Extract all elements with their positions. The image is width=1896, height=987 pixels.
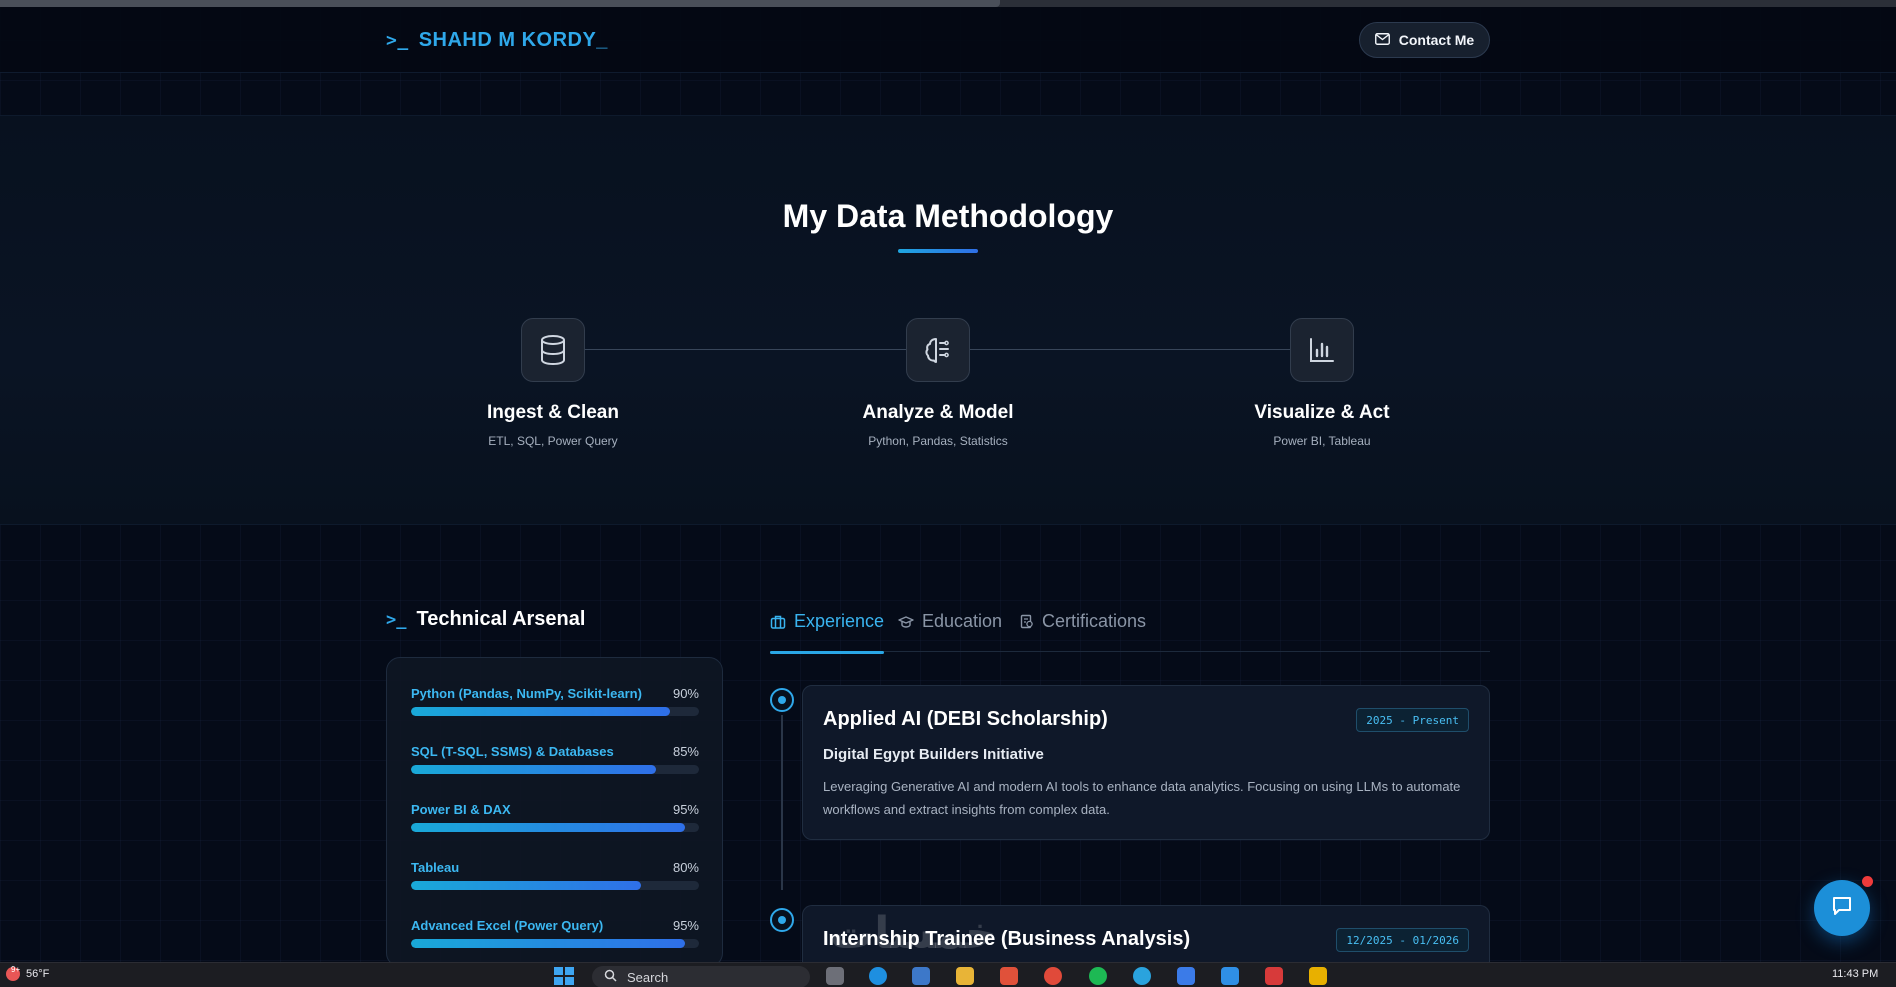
taskbar-clock: 11:43 PM bbox=[1832, 968, 1879, 980]
windows-taskbar: 56°F Search 11:43 PM bbox=[0, 962, 1896, 987]
experience-organization: Digital Egypt Builders Initiative bbox=[823, 746, 1044, 763]
chrome-icon[interactable] bbox=[1044, 967, 1062, 985]
step-subtitle: Power BI, Tableau bbox=[1273, 434, 1371, 448]
step-subtitle: Python, Pandas, Statistics bbox=[868, 434, 1008, 448]
app-icon[interactable] bbox=[1309, 967, 1327, 985]
contact-me-label: Contact Me bbox=[1398, 32, 1475, 48]
file-explorer-icon[interactable] bbox=[826, 967, 844, 985]
skill-bar-track bbox=[411, 707, 699, 716]
experience-description: Leveraging Generative AI and modern AI t… bbox=[823, 779, 1461, 817]
step-title: Analyze & Model bbox=[862, 402, 1014, 423]
chat-button[interactable] bbox=[1814, 880, 1870, 936]
step-ingest-clean: Ingest & Clean ETL, SQL, Power Query bbox=[423, 318, 683, 448]
weather-icon bbox=[6, 965, 20, 981]
tab-experience[interactable]: Experience bbox=[770, 609, 885, 654]
mail-icon bbox=[1374, 32, 1390, 48]
skill-bar-fill bbox=[411, 823, 685, 832]
timeline-dot bbox=[770, 688, 794, 712]
gemini-icon[interactable] bbox=[1177, 967, 1195, 985]
tab-label: Experience bbox=[794, 611, 885, 631]
brave-browser-icon[interactable] bbox=[1000, 967, 1018, 985]
skill-name: Power BI & DAX bbox=[411, 802, 511, 817]
technical-arsenal-title: Technical Arsenal bbox=[416, 608, 586, 630]
experience-card: Applied AI (DEBI Scholarship) 2025 - Pre… bbox=[802, 685, 1490, 840]
skill-item: Tableau 80% bbox=[411, 860, 699, 890]
skill-bar-track bbox=[411, 939, 699, 948]
search-label: Search bbox=[627, 969, 669, 985]
skill-percent: 95% bbox=[672, 802, 699, 817]
skill-bar-track bbox=[411, 765, 699, 774]
folder-icon[interactable] bbox=[956, 967, 974, 985]
skill-name: Advanced Excel (Power Query) bbox=[411, 918, 604, 933]
windows-start-icon[interactable] bbox=[554, 967, 574, 985]
resume-tabs: Experience Education Certifications bbox=[770, 609, 1490, 654]
skill-bar-fill bbox=[411, 881, 642, 890]
skill-item: SQL (T-SQL, SSMS) & Databases 85% bbox=[411, 744, 699, 774]
store-icon[interactable] bbox=[912, 967, 930, 985]
step-subtitle: ETL, SQL, Power Query bbox=[488, 434, 618, 448]
technical-arsenal-heading: >_ Technical Arsenal bbox=[386, 608, 585, 631]
experience-date-badge: 12/2025 - 01/2026 bbox=[1336, 928, 1469, 952]
tab-certifications[interactable]: Certifications bbox=[1020, 609, 1146, 652]
brain-icon bbox=[906, 318, 970, 382]
skill-item: Python (Pandas, NumPy, Scikit-learn) 90% bbox=[411, 686, 699, 716]
title-underline bbox=[898, 249, 978, 253]
taskbar-search[interactable]: Search bbox=[592, 966, 810, 987]
spotify-icon[interactable] bbox=[1089, 967, 1107, 985]
step-title: Visualize & Act bbox=[1254, 402, 1390, 423]
step-title: Ingest & Clean bbox=[487, 402, 619, 423]
skill-bar-fill bbox=[411, 707, 671, 716]
chat-bubble-icon bbox=[1830, 894, 1854, 923]
database-icon bbox=[521, 318, 585, 382]
skill-name: Tableau bbox=[411, 860, 460, 875]
skill-bar-track bbox=[411, 823, 699, 832]
methodology-section: My Data Methodology Ingest & Clean ETL, … bbox=[0, 115, 1896, 525]
timeline-dot bbox=[770, 908, 794, 932]
wps-office-icon[interactable] bbox=[1265, 967, 1283, 985]
site-logo[interactable]: >_ SHAHD M KORDY_ bbox=[386, 29, 608, 52]
terminal-prompt-icon: >_ bbox=[386, 609, 407, 630]
weather-widget[interactable]: 56°F bbox=[6, 965, 50, 981]
skill-item: Advanced Excel (Power Query) 95% bbox=[411, 918, 699, 948]
skill-bar-fill bbox=[411, 765, 656, 774]
skill-percent: 80% bbox=[672, 860, 699, 875]
copilot-icon[interactable] bbox=[1221, 967, 1239, 985]
weather-temp: 56°F bbox=[26, 968, 50, 980]
skill-percent: 85% bbox=[672, 744, 699, 759]
skills-card: Python (Pandas, NumPy, Scikit-learn) 90% … bbox=[386, 657, 723, 967]
skill-bar-fill bbox=[411, 939, 685, 948]
briefcase-icon bbox=[770, 611, 786, 635]
skill-name: SQL (T-SQL, SSMS) & Databases bbox=[411, 744, 614, 759]
terminal-prompt-icon: >_ bbox=[386, 30, 409, 51]
experience-title: Applied AI (DEBI Scholarship) bbox=[823, 708, 1108, 730]
timeline-line bbox=[781, 715, 783, 890]
skill-item: Power BI & DAX 95% bbox=[411, 802, 699, 832]
watermark: خمسات bbox=[830, 909, 997, 958]
experience-date-badge: 2025 - Present bbox=[1356, 708, 1469, 732]
step-analyze-model: Analyze & Model Python, Pandas, Statisti… bbox=[808, 318, 1068, 448]
tab-education[interactable]: Education bbox=[898, 609, 1002, 652]
skill-percent: 95% bbox=[672, 918, 699, 933]
certificate-icon bbox=[1020, 611, 1034, 635]
step-visualize-act: Visualize & Act Power BI, Tableau bbox=[1192, 318, 1452, 448]
edge-browser-icon[interactable] bbox=[869, 967, 887, 985]
graduation-cap-icon bbox=[898, 611, 914, 635]
navbar: >_ SHAHD M KORDY_ Contact Me bbox=[0, 7, 1896, 73]
skill-name: Python (Pandas, NumPy, Scikit-learn) bbox=[411, 686, 642, 701]
logo-text: SHAHD M KORDY_ bbox=[418, 29, 608, 51]
bar-chart-icon bbox=[1290, 318, 1354, 382]
skill-percent: 90% bbox=[672, 686, 699, 701]
methodology-title: My Data Methodology bbox=[782, 198, 1114, 234]
browser-scrollbar-strip bbox=[0, 0, 1896, 7]
contact-me-button[interactable]: Contact Me bbox=[1359, 22, 1490, 58]
tab-label: Certifications bbox=[1042, 611, 1147, 631]
telegram-icon[interactable] bbox=[1133, 967, 1151, 985]
search-icon bbox=[604, 969, 617, 985]
notification-dot bbox=[1862, 876, 1873, 887]
skill-bar-track bbox=[411, 881, 699, 890]
tab-label: Education bbox=[922, 611, 1003, 631]
